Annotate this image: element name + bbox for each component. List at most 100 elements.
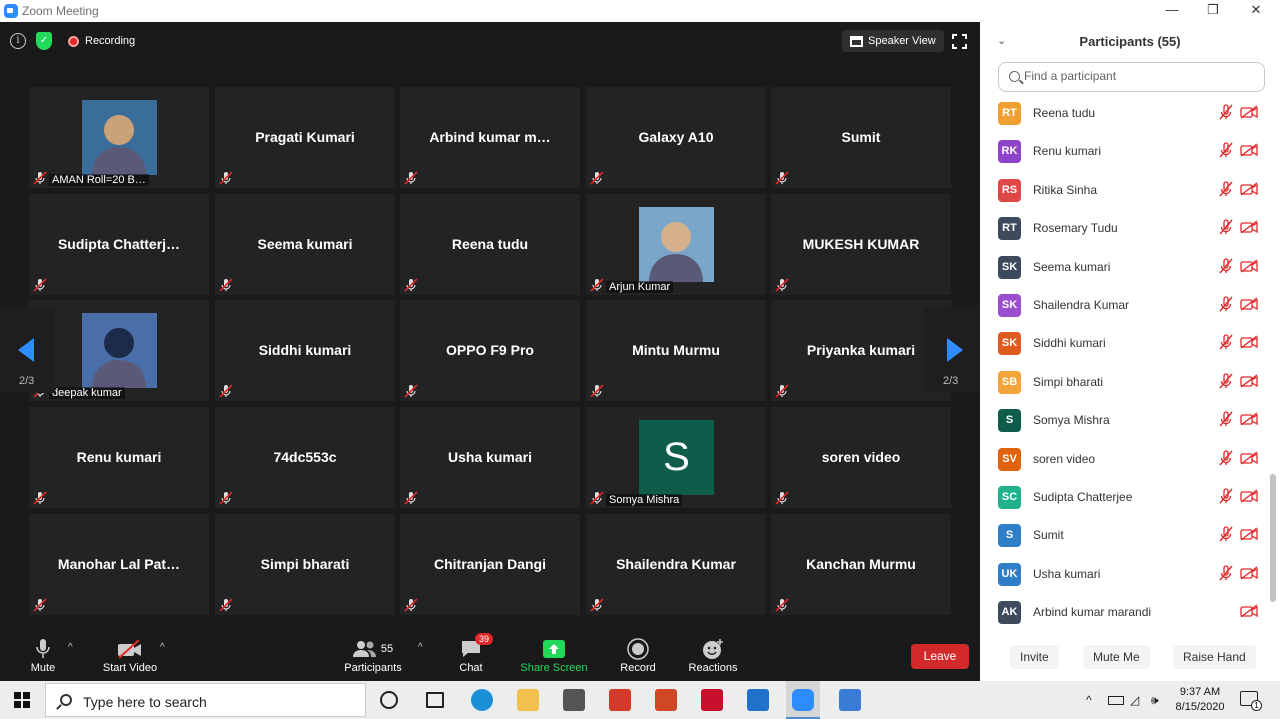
tray-expand-icon[interactable]: ^ xyxy=(1086,693,1092,707)
info-icon[interactable]: i xyxy=(10,33,26,49)
record-button[interactable]: Record xyxy=(617,636,659,674)
participant-list-item[interactable]: SC Sudipta Chatterjee xyxy=(980,478,1270,516)
participant-name: deepak kumar xyxy=(49,387,125,399)
taskbar-search[interactable]: Type here to search xyxy=(45,683,366,717)
mcafee-icon[interactable] xyxy=(701,689,723,711)
share-screen-button[interactable]: Share Screen xyxy=(520,636,588,674)
participant-tile[interactable]: Usha kumari xyxy=(400,407,580,508)
participant-tile[interactable]: Simpi bharati xyxy=(215,514,395,615)
participant-tile[interactable]: MUKESH KUMAR xyxy=(771,194,951,295)
participants-count: 55 xyxy=(380,643,394,655)
participant-tile[interactable]: Manohar Lal Pat… xyxy=(29,514,209,615)
participant-tile[interactable]: deepak kumar xyxy=(29,300,209,401)
reactions-button[interactable]: Reactions xyxy=(686,636,740,674)
mail-icon[interactable] xyxy=(747,689,769,711)
participant-list-item[interactable]: RS Ritika Sinha xyxy=(980,171,1270,209)
participant-tile[interactable]: Seema kumari xyxy=(215,194,395,295)
participant-list-item[interactable]: SK Siddhi kumari xyxy=(980,324,1270,362)
participant-tile[interactable]: Kanchan Murmu xyxy=(771,514,951,615)
chat-label: Chat xyxy=(459,662,483,674)
reader-app-icon[interactable] xyxy=(609,689,631,711)
participant-avatar: S xyxy=(998,524,1021,548)
cortana-icon[interactable] xyxy=(380,691,398,709)
raise-hand-button[interactable]: Raise Hand xyxy=(1173,645,1256,669)
participant-list-item[interactable]: UK Usha kumari xyxy=(980,555,1270,593)
participant-list-item[interactable]: SK Shailendra Kumar xyxy=(980,286,1270,324)
start-video-button[interactable]: Start Video xyxy=(100,636,160,674)
participant-list-name: soren video xyxy=(1033,451,1096,466)
participant-list-scrollbar[interactable] xyxy=(1270,474,1276,602)
participant-tile[interactable]: Renu kumari xyxy=(29,407,209,508)
mute-button[interactable]: Mute xyxy=(26,636,60,674)
notification-icon[interactable]: 1 xyxy=(1240,691,1262,711)
participant-list-name: Siddhi kumari xyxy=(1033,336,1106,351)
participant-search[interactable] xyxy=(998,62,1265,92)
next-page-button[interactable]: 2/3 xyxy=(924,308,979,393)
muted-mic-icon xyxy=(775,171,789,185)
speaker-view-button[interactable]: Speaker View xyxy=(842,30,944,52)
participant-tile[interactable]: Mintu Murmu xyxy=(586,300,766,401)
participant-tile[interactable]: Siddhi kumari xyxy=(215,300,395,401)
participant-tile[interactable]: Arbind kumar m… xyxy=(400,87,580,188)
participant-tile[interactable]: 74dc553c xyxy=(215,407,395,508)
participant-list-item[interactable]: AK Arbind kumar marandi xyxy=(980,593,1270,631)
participant-photo xyxy=(82,100,157,175)
speaker-view-label: Speaker View xyxy=(868,35,936,47)
participant-photo xyxy=(82,313,157,388)
participant-list-name: Shailendra Kumar xyxy=(1033,297,1130,312)
participant-name: Renu kumari xyxy=(76,449,162,465)
store-icon[interactable] xyxy=(563,689,585,711)
window-title: Zoom Meeting xyxy=(22,4,99,18)
wifi-icon[interactable]: ◿ xyxy=(1130,693,1139,707)
participant-list-item[interactable]: SB Simpi bharati xyxy=(980,363,1270,401)
restore-button[interactable]: ❐ xyxy=(1198,2,1228,18)
audio-options-caret[interactable]: ^ xyxy=(68,642,73,653)
zoom-taskbar-active[interactable] xyxy=(786,681,820,719)
prev-page-button[interactable]: 2/3 xyxy=(0,308,55,393)
participant-tile[interactable]: S Somya Mishra xyxy=(586,407,766,508)
participants-options-caret[interactable]: ^ xyxy=(418,642,423,653)
participant-tile[interactable]: Pragati Kumari xyxy=(215,87,395,188)
participant-tile[interactable]: Shailendra Kumar xyxy=(586,514,766,615)
participant-name: 74dc553c xyxy=(273,449,337,465)
fullscreen-icon[interactable] xyxy=(952,34,967,49)
participant-tile[interactable]: Sudipta Chatterj… xyxy=(29,194,209,295)
muted-mic-icon xyxy=(1218,142,1234,158)
participant-list-item[interactable]: RT Reena tudu xyxy=(980,94,1270,132)
mute-me-button[interactable]: Mute Me xyxy=(1083,645,1150,669)
leave-button[interactable]: Leave xyxy=(911,644,969,669)
powerpoint-icon[interactable] xyxy=(655,689,677,711)
muted-mic-icon xyxy=(590,171,604,185)
participant-tile[interactable]: soren video xyxy=(771,407,951,508)
participant-avatar: S xyxy=(998,409,1021,433)
participant-list-item[interactable]: S Sumit xyxy=(980,516,1270,554)
participant-tile[interactable]: Arjun Kumar xyxy=(586,194,766,295)
participant-tile[interactable]: OPPO F9 Pro xyxy=(400,300,580,401)
participant-name: Shailendra Kumar xyxy=(616,556,736,572)
participant-search-input[interactable] xyxy=(1024,69,1254,83)
participant-list-item[interactable]: S Somya Mishra xyxy=(980,401,1270,439)
participant-list-item[interactable]: SV soren video xyxy=(980,440,1270,478)
close-button[interactable]: ✕ xyxy=(1241,2,1271,18)
encryption-shield-icon[interactable]: ✓ xyxy=(36,32,52,50)
taskbar-clock[interactable]: 9:37 AM 8/15/2020 xyxy=(1172,685,1228,715)
volume-icon[interactable]: 🕪 xyxy=(1151,693,1159,708)
battery-icon[interactable] xyxy=(1108,696,1124,705)
minimize-button[interactable]: — xyxy=(1157,2,1187,17)
edge-browser-icon[interactable] xyxy=(471,689,493,711)
participant-tile[interactable]: Reena tudu xyxy=(400,194,580,295)
windows-start-icon[interactable] xyxy=(14,692,30,708)
invite-button[interactable]: Invite xyxy=(1010,645,1059,669)
participant-list-item[interactable]: SK Seema kumari xyxy=(980,248,1270,286)
participant-tile[interactable]: Chitranjan Dangi xyxy=(400,514,580,615)
participant-tile[interactable]: AMAN Roll=20 B… xyxy=(29,87,209,188)
file-explorer-icon[interactable] xyxy=(517,689,539,711)
participant-list-item[interactable]: RK Renu kumari xyxy=(980,132,1270,170)
participant-list-item[interactable]: RT Rosemary Tudu xyxy=(980,209,1270,247)
participants-button[interactable]: 55 Participants xyxy=(342,636,404,674)
participant-tile[interactable]: Galaxy A10 xyxy=(586,87,766,188)
video-options-caret[interactable]: ^ xyxy=(160,642,165,653)
task-view-icon[interactable] xyxy=(426,692,444,708)
other-app-icon[interactable] xyxy=(839,689,861,711)
participant-tile[interactable]: Sumit xyxy=(771,87,951,188)
